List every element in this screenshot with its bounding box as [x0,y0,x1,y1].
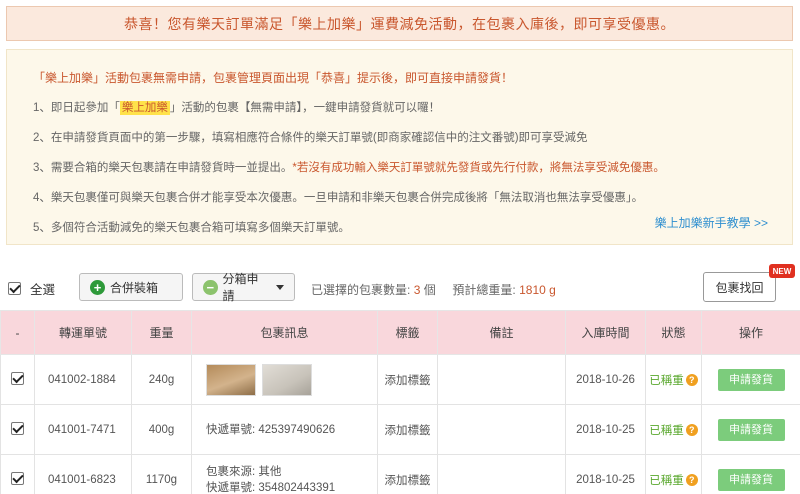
caret-down-icon [276,284,284,290]
arrival-date: 2018-10-26 [565,354,646,405]
arrival-date: 2018-10-25 [565,404,646,455]
courier-number: 快遞單號: 425397490626 [206,423,336,436]
tracking-number: 041001-6823 [34,454,132,494]
total-weight: 1810 g [519,283,556,297]
package-weight: 1170g [131,454,192,494]
toolbar: 全選 + 合併裝箱 − 分箱申請 已選擇的包裹數量: 3 個 預計總重量: 18… [0,262,800,312]
table-row: 041001-6823 1170g 包裹來源: 其他 快遞單號: 3548024… [0,454,800,494]
table-header-row: - 轉運單號 重量 包裹訊息 標籤 備註 入庫時間 狀態 操作 [0,310,800,355]
plus-icon: + [90,279,105,295]
package-table: - 轉運單號 重量 包裹訊息 標籤 備註 入庫時間 狀態 操作 041002-1… [0,310,800,494]
status-text: 已稱重 [649,474,684,487]
col-header-weight: 重量 [131,310,192,355]
merge-button-label: 合併裝箱 [110,280,159,295]
promo-banner: 恭喜！您有樂天訂單滿足「樂上加樂」運費減免活動，在包裹入庫後，即可享受優惠。 [6,6,793,41]
promo-rule-1-b: 」活動的包裹【無需申請】，一鍵申請發貨就可以囉！ [169,102,441,114]
col-header-tag: 標籤 [377,310,438,355]
package-note [437,454,566,494]
table-row: 041002-1884 240g 添加標籤 2018-10-26 已稱重? 申請… [0,354,800,405]
new-badge: NEW [769,264,795,278]
add-tag-link[interactable]: 添加標籤 [377,454,438,494]
package-photo[interactable] [262,363,312,396]
promo-banner-text: 恭喜！您有樂天訂單滿足「樂上加樂」運費減免活動，在包裹入庫後，即可享受優惠。 [124,15,675,32]
package-source: 包裹來源: 其他 [206,465,282,478]
status-text: 已稱重 [649,374,684,387]
promo-rule-1-a: 1、即日起參加「 [33,102,120,114]
minus-icon: − [203,279,218,295]
row-checkbox[interactable] [11,372,24,386]
row-checkbox[interactable] [11,422,24,436]
add-tag-link[interactable]: 添加標籤 [377,354,438,405]
arrival-date: 2018-10-25 [565,454,646,494]
selected-count-unit: 個 [423,283,436,297]
help-icon[interactable]: ? [685,424,698,437]
tracking-number: 041001-7471 [34,404,132,455]
split-button-label: 分箱申請 [222,272,259,303]
package-photo[interactable] [206,363,256,396]
package-recovery-label: 包裹找回 [715,280,764,295]
courier-number: 快遞單號: 354802443391 [206,481,336,494]
split-button[interactable]: − 分箱申請 [192,272,295,303]
promo-rule-1: 1、即日起參加「 樂上加樂 」活動的包裹【無需申請】，一鍵申請發貨就可以囉！ [33,98,768,118]
status-text: 已稱重 [649,424,684,437]
promo-rule-4: 4、樂天包裹僅可與樂天包裹合併才能享受本次優惠。一旦申請和非樂天包裹合併完成後將… [33,192,644,204]
package-status: 已稱重? [645,404,702,455]
apply-shipping-button[interactable]: 申請發貨 [717,368,785,391]
col-header-status: 狀態 [645,310,702,355]
package-recovery-button[interactable]: 包裹找回 [703,272,776,302]
package-note [437,404,566,455]
col-header-date: 入庫時間 [565,310,646,355]
package-status: 已稱重? [645,454,702,494]
col-header-note: 備註 [437,310,566,355]
selected-count-label: 已選擇的包裹數量: [311,283,411,297]
package-info: 快遞單號: 425397490626 [191,404,378,455]
apply-shipping-button[interactable]: 申請發貨 [717,468,785,491]
select-all-checkbox[interactable] [8,282,21,295]
apply-shipping-button[interactable]: 申請發貨 [717,418,785,441]
package-weight: 240g [131,354,192,405]
promo-intro: 「樂上加樂」活動包裹無需申請，包裹管理頁面出現「恭喜」提示後，即可直接申請發貨！ [33,71,514,85]
merge-button[interactable]: + 合併裝箱 [79,273,183,301]
table-row: 041001-7471 400g 快遞單號: 425397490626 添加標籤… [0,404,800,455]
package-info: 包裹來源: 其他 快遞單號: 354802443391 [191,454,378,494]
promo-info-panel: 「樂上加樂」活動包裹無需申請，包裹管理頁面出現「恭喜」提示後，即可直接申請發貨！… [6,49,793,245]
tutorial-link[interactable]: 樂上加樂新手教學 >> [655,214,768,231]
col-header-action: 操作 [701,310,800,355]
promo-rule-2: 2、在申請發貨頁面中的第一步驟，填寫相應符合條件的樂天訂單號(即商家確認信中的注… [33,132,588,144]
promo-rule-3-warning: *若沒有成功輸入樂天訂單號就先發貨或先行付款，將無法享受減免優惠。 [292,162,665,174]
package-note [437,354,566,405]
select-all-label: 全選 [30,283,56,297]
select-all[interactable]: 全選 [8,279,55,298]
col-header-tracking: 轉運單號 [34,310,132,355]
col-header-info: 包裹訊息 [191,310,378,355]
add-tag-link[interactable]: 添加標籤 [377,404,438,455]
selected-count: 3 [413,283,421,297]
tracking-number: 041002-1884 [34,354,132,405]
package-status: 已稱重? [645,354,702,405]
promo-rule-3: 3、需要合箱的樂天包裹請在申請發貨時一並提出。*若沒有成功輸入樂天訂單號就先發貨… [33,158,768,178]
total-weight-label: 預計總重量: [452,283,516,297]
package-weight: 400g [131,404,192,455]
col-header-select: - [0,310,35,355]
promo-rule-1-highlight: 樂上加樂 [119,101,170,115]
selection-summary: 已選擇的包裹數量: 3 個 預計總重量: 1810 g [311,281,556,298]
row-checkbox[interactable] [11,472,24,486]
help-icon[interactable]: ? [685,374,698,387]
promo-rule-3-a: 3、需要合箱的樂天包裹請在申請發貨時一並提出。 [33,162,293,174]
help-icon[interactable]: ? [685,474,698,487]
package-info [191,354,378,405]
